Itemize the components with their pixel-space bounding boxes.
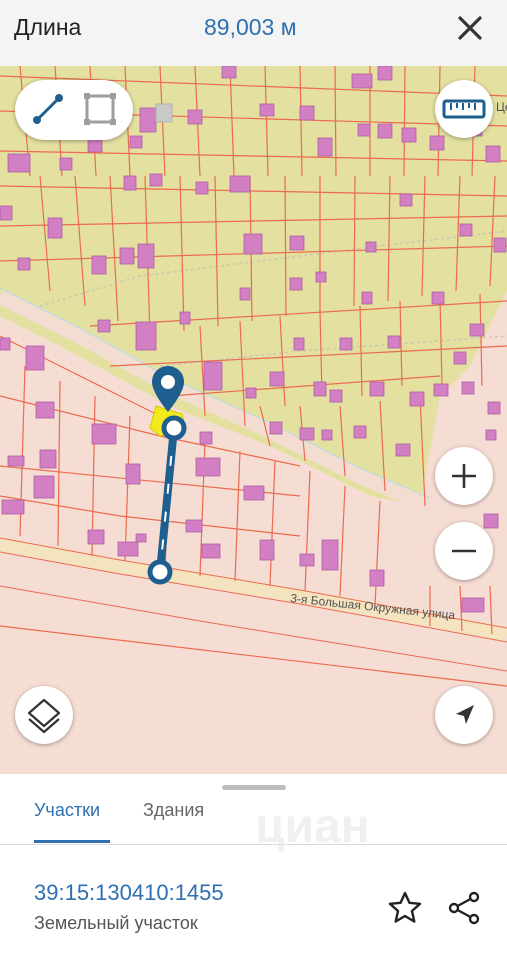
ruler-button[interactable] bbox=[435, 80, 493, 138]
measured-length: 89,003 м bbox=[204, 14, 297, 40]
active-tab-indicator bbox=[34, 840, 110, 843]
minus-icon bbox=[452, 549, 476, 553]
tab-buildings[interactable]: Здания bbox=[143, 800, 204, 821]
favorite-star-icon[interactable] bbox=[385, 888, 425, 928]
zoom-in-button[interactable] bbox=[435, 447, 493, 505]
divider bbox=[0, 844, 507, 845]
line-measure-icon[interactable] bbox=[33, 94, 63, 124]
measure-mode-title: Длина bbox=[14, 14, 82, 40]
layers-icon bbox=[27, 698, 61, 734]
measure-mode-switch[interactable] bbox=[15, 80, 133, 140]
street-label-partial: Це bbox=[496, 100, 507, 114]
close-icon[interactable] bbox=[452, 10, 488, 46]
tab-bar: Участки Здания bbox=[0, 790, 507, 844]
ruler-icon bbox=[442, 99, 486, 119]
zoom-out-button[interactable] bbox=[435, 522, 493, 580]
top-bar: Длина 89,003 м bbox=[0, 0, 507, 66]
share-icon[interactable] bbox=[444, 888, 484, 928]
cadastral-number[interactable]: 39:15:130410:1455 bbox=[34, 880, 224, 906]
cadastral-map[interactable]: 3-я Большая Окружная улица Це bbox=[0, 66, 507, 774]
tab-parcels[interactable]: Участки bbox=[34, 800, 100, 821]
parcel-type: Земельный участок bbox=[34, 913, 198, 933]
area-measure-icon[interactable] bbox=[84, 93, 116, 125]
layers-button[interactable] bbox=[15, 686, 73, 744]
my-location-button[interactable] bbox=[435, 686, 493, 744]
plus-icon bbox=[452, 464, 476, 488]
navigation-arrow-icon bbox=[456, 705, 474, 724]
